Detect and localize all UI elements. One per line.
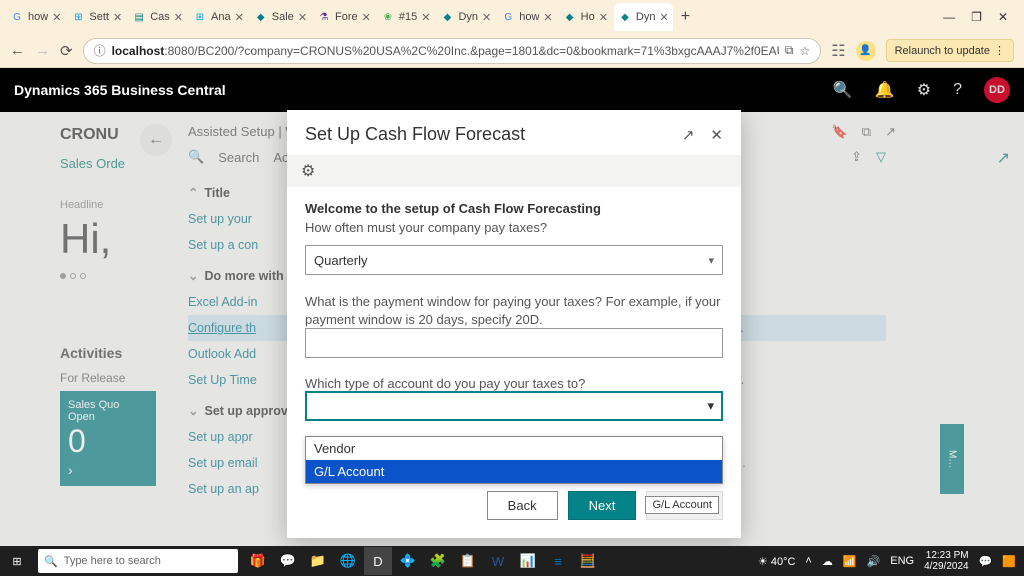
notifications-icon[interactable]: 🔔 — [875, 80, 895, 100]
new-tab-button[interactable]: + — [675, 8, 696, 26]
task-icon[interactable]: D — [364, 547, 392, 575]
chevron-down-icon: ▾ — [707, 398, 714, 414]
dropdown-option-gl-account[interactable]: G/L Account — [306, 460, 722, 483]
close-icon[interactable]: ✕ — [174, 11, 183, 24]
field-label: How often must your company pay taxes? — [305, 220, 723, 235]
wizard-heading: Welcome to the setup of Cash Flow Foreca… — [305, 201, 723, 216]
app-header: Dynamics 365 Business Central 🔍 🔔 ⚙ ? DD — [0, 68, 1024, 112]
browser-tab[interactable]: ▤Cas✕ — [128, 3, 187, 31]
browser-tab[interactable]: ⚗Fore✕ — [313, 3, 375, 31]
windows-taskbar: ⊞ 🔍Type here to search 🎁 💬 📁 🌐 D 💠 🧩 📋 W… — [0, 546, 1024, 576]
setup-wizard-dialog: Set Up Cash Flow Forecast ↗ ✕ ⚙ Welcome … — [287, 110, 741, 538]
task-icon[interactable]: 📁 — [304, 547, 332, 575]
avatar[interactable]: DD — [984, 77, 1010, 103]
close-icon[interactable]: ✕ — [659, 11, 668, 24]
task-icon[interactable]: W — [484, 547, 512, 575]
task-icon[interactable]: 🌐 — [334, 547, 362, 575]
task-icon[interactable]: 📋 — [454, 547, 482, 575]
close-icon[interactable]: ✕ — [52, 11, 61, 24]
browser-tab[interactable]: Ghow✕ — [497, 3, 556, 31]
relaunch-button[interactable]: Relaunch to update⋮ — [886, 39, 1014, 62]
reload-button[interactable]: ⟳ — [60, 42, 73, 60]
back-button[interactable]: ← — [10, 42, 25, 59]
browser-tab[interactable]: ⊞Ana✕ — [189, 3, 248, 31]
taskbar-search[interactable]: 🔍Type here to search — [38, 549, 238, 573]
browser-tab-active[interactable]: ◆Dyn✕ — [614, 3, 673, 31]
volume-icon[interactable]: 🔊 — [867, 555, 881, 568]
close-icon[interactable]: ✕ — [599, 11, 608, 24]
close-icon[interactable]: ✕ — [482, 11, 491, 24]
close-icon[interactable]: ✕ — [543, 11, 552, 24]
account-type-select[interactable]: ▾ — [305, 391, 723, 421]
install-app-icon[interactable]: ⧉ — [785, 43, 794, 58]
app-title: Dynamics 365 Business Central — [14, 82, 226, 98]
dropdown-option-vendor[interactable]: Vendor — [306, 437, 722, 460]
task-icon[interactable]: 💠 — [394, 547, 422, 575]
task-icon[interactable]: 🎁 — [244, 547, 272, 575]
notifications-tray-icon[interactable]: 💬 — [979, 555, 993, 568]
task-icon[interactable]: 📊 — [514, 547, 542, 575]
onedrive-icon[interactable]: ☁ — [822, 555, 833, 568]
browser-tab[interactable]: ⊞Sett✕ — [67, 3, 126, 31]
profile-icon[interactable]: 👤 — [856, 41, 876, 61]
field-label: What is the payment window for paying yo… — [305, 293, 723, 328]
payment-window-input[interactable] — [305, 328, 723, 358]
next-button[interactable]: Next — [568, 491, 637, 520]
address-bar: ← → ⟳ ⓘ localhost:8080/BC200/?company=CR… — [0, 34, 1024, 68]
task-icon[interactable]: ≡ — [544, 547, 572, 575]
extensions-icon[interactable]: ☷ — [831, 41, 845, 61]
close-window-icon[interactable]: ✕ — [998, 10, 1008, 24]
browser-tab[interactable]: ❀#15✕ — [377, 3, 435, 31]
search-icon[interactable]: 🔍 — [833, 80, 853, 100]
browser-tab[interactable]: ◆Ho✕ — [559, 3, 612, 31]
chevron-down-icon: ▾ — [708, 254, 714, 267]
maximize-icon[interactable]: ❐ — [971, 10, 982, 24]
site-info-icon[interactable]: ⓘ — [94, 42, 106, 59]
language-indicator[interactable]: ENG — [890, 555, 914, 567]
browser-tab[interactable]: ◆Sale✕ — [250, 3, 311, 31]
account-type-dropdown: Vendor G/L Account — [305, 436, 723, 484]
minimize-icon[interactable]: ― — [943, 10, 955, 24]
show-desktop-icon[interactable]: 🟧 — [1002, 555, 1016, 568]
gear-icon[interactable]: ⚙ — [301, 163, 315, 180]
close-dialog-icon[interactable]: ✕ — [710, 126, 723, 144]
close-icon[interactable]: ✕ — [235, 11, 244, 24]
back-button[interactable]: Back — [487, 491, 558, 520]
tooltip: G/L Account — [645, 496, 719, 514]
field-label: Which type of account do you pay your ta… — [305, 376, 723, 391]
task-icon[interactable]: 🧮 — [574, 547, 602, 575]
wifi-icon[interactable]: 📶 — [843, 555, 857, 568]
browser-tab-strip: Ghow✕ ⊞Sett✕ ▤Cas✕ ⊞Ana✕ ◆Sale✕ ⚗Fore✕ ❀… — [0, 0, 1024, 34]
clock[interactable]: 12:23 PM4/29/2024 — [924, 550, 969, 572]
dialog-title: Set Up Cash Flow Forecast — [305, 124, 525, 145]
task-icon[interactable]: 💬 — [274, 547, 302, 575]
url-input[interactable]: ⓘ localhost:8080/BC200/?company=CRONUS%2… — [83, 38, 822, 64]
start-button[interactable]: ⊞ — [0, 555, 34, 568]
tray-chevron-icon[interactable]: ˄ — [805, 555, 811, 567]
tax-frequency-select[interactable]: Quarterly▾ — [305, 245, 723, 275]
weather-widget[interactable]: ☀ 40°C — [758, 555, 796, 568]
bookmark-icon[interactable]: ☆ — [799, 44, 810, 58]
close-icon[interactable]: ✕ — [113, 11, 122, 24]
expand-dialog-icon[interactable]: ↗ — [682, 126, 695, 144]
browser-tab[interactable]: Ghow✕ — [6, 3, 65, 31]
close-icon[interactable]: ✕ — [362, 11, 371, 24]
browser-tab[interactable]: ◆Dyn✕ — [436, 3, 495, 31]
close-icon[interactable]: ✕ — [421, 11, 430, 24]
forward-button[interactable]: → — [35, 42, 50, 59]
close-icon[interactable]: ✕ — [298, 11, 307, 24]
task-icon[interactable]: 🧩 — [424, 547, 452, 575]
settings-icon[interactable]: ⚙ — [917, 80, 931, 100]
help-icon[interactable]: ? — [953, 81, 962, 99]
